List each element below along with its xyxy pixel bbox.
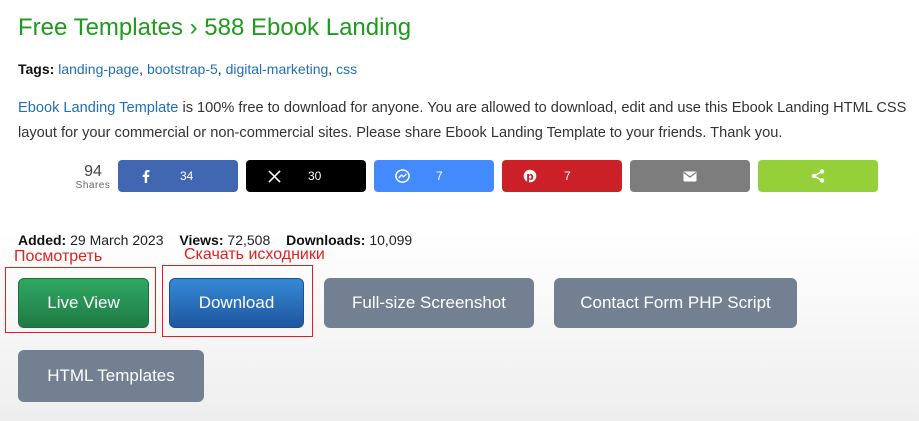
share-count-number: 94 (84, 163, 102, 180)
screenshot-button[interactable]: Full-size Screenshot (324, 278, 534, 328)
tag-link-css[interactable]: css (336, 61, 357, 77)
tag-link-landing-page[interactable]: landing-page (58, 61, 139, 77)
view-annotation: Посмотреть (14, 248, 103, 265)
template-link[interactable]: Ebook Landing Template (18, 100, 178, 116)
messenger-share-button[interactable]: 7 (374, 160, 494, 192)
share-count: 94 Shares (72, 163, 114, 192)
added-label: Added: (18, 232, 67, 248)
share-count-label: Shares (75, 180, 111, 191)
svg-text:p: p (526, 171, 534, 183)
pinterest-share-count: 7 (564, 169, 571, 183)
pinterest-icon: p (502, 169, 558, 183)
share-icon (758, 169, 878, 183)
email-icon (630, 171, 750, 182)
messenger-icon (374, 168, 430, 184)
facebook-icon (118, 169, 174, 183)
x-share-count: 30 (308, 169, 322, 183)
x-share-button[interactable]: 30 (246, 160, 366, 192)
tags-row: Tags: landing-page, bootstrap-5, digital… (18, 61, 358, 77)
tags-label: Tags: (18, 61, 55, 77)
tag-link-digital-marketing[interactable]: digital-marketing (226, 61, 329, 77)
download-annotation: Скачать исходники (184, 246, 325, 263)
share-more-button[interactable] (758, 160, 878, 192)
download-button[interactable]: Download (169, 278, 304, 328)
x-icon (246, 169, 302, 183)
template-description: Ebook Landing Template is 100% free to d… (18, 96, 908, 146)
messenger-share-count: 7 (436, 169, 443, 183)
pinterest-share-button[interactable]: p 7 (502, 160, 622, 192)
tag-link-bootstrap-5[interactable]: bootstrap-5 (147, 61, 218, 77)
page-title: Free Templates › 588 Ebook Landing (18, 14, 412, 41)
downloads-value: 10,099 (369, 232, 413, 248)
live-view-button[interactable]: Live View (18, 278, 149, 328)
added-value: 29 March 2023 (70, 232, 164, 248)
html-templates-button[interactable]: HTML Templates (18, 350, 204, 402)
facebook-share-count: 34 (180, 169, 194, 183)
email-share-button[interactable] (630, 160, 750, 192)
contact-form-button[interactable]: Contact Form PHP Script (554, 278, 797, 328)
facebook-share-button[interactable]: 34 (118, 160, 238, 192)
